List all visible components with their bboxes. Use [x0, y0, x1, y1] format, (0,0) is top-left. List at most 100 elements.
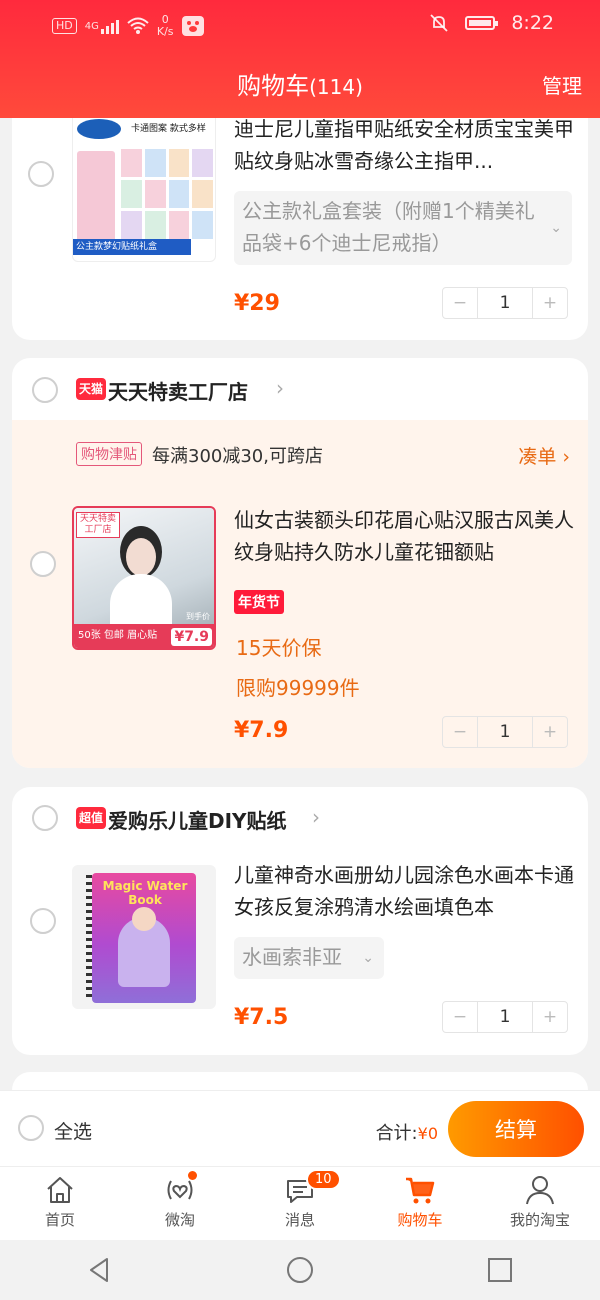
tab-messages[interactable]: 10 消息 [240, 1167, 360, 1240]
item-select-radio[interactable] [30, 551, 56, 577]
product-image[interactable]: Magic Water Book [72, 865, 216, 1009]
home-icon [47, 1177, 73, 1203]
item-select-radio[interactable] [30, 908, 56, 934]
bell-off-icon [430, 14, 448, 32]
quantity-stepper: − 1 + [442, 1001, 568, 1033]
product-title[interactable]: 儿童神奇水画册幼儿园涂色水画本卡通女孩反复涂鸦清水绘画填色本 [234, 859, 574, 923]
decrement-button[interactable]: − [443, 717, 477, 747]
cart-count: (114) [309, 75, 363, 99]
app-header: HD 4G 0 K/s 8:22 购物车(114) 管理 [0, 0, 600, 118]
quantity-stepper: − 1 + [442, 716, 568, 748]
add-on-link[interactable]: 凑单 › [518, 442, 570, 469]
manage-button[interactable]: 管理 [542, 70, 582, 99]
tmall-badge: 天猫 [76, 378, 107, 400]
increment-button[interactable]: + [533, 288, 567, 318]
increment-button[interactable]: + [533, 717, 567, 747]
tab-weitao[interactable]: 微淘 [120, 1167, 240, 1240]
status-right: 8:22 [429, 12, 554, 34]
product-price: ¥7.5 [234, 1005, 289, 1030]
sku-text: 公主款礼盒套装（附赠1个精美礼品袋+6个迪士尼戒指） [242, 199, 535, 255]
net-speed: 0 K/s [157, 14, 174, 38]
status-time: 8:22 [511, 12, 554, 34]
total-label: 合计: [375, 1123, 418, 1144]
shop-name[interactable]: 天天特卖工厂店 [108, 376, 248, 405]
recents-icon[interactable] [485, 1255, 515, 1285]
product-price: ¥29 [234, 291, 280, 316]
product-price: ¥7.9 [234, 718, 289, 743]
net-speed-unit: K/s [156, 25, 174, 38]
sku-selector[interactable]: 水画索非亚 ⌄ [234, 937, 384, 979]
cart-icon [406, 1177, 435, 1204]
paw-icon [181, 16, 204, 36]
quantity-value[interactable]: 1 [477, 717, 533, 747]
bottom-tab-bar: 首页 微淘 10 消息 购物车 我的淘宝 [0, 1166, 600, 1240]
item-select-radio[interactable] [28, 161, 54, 187]
product-title[interactable]: 仙女古装额头印花眉心贴汉服古风美人纹身贴持久防水儿童花钿额贴 [234, 504, 574, 568]
product-image[interactable]: 天天特卖工厂店 50张 包邮 眉心贴 到手价 ¥7.9 [72, 506, 216, 650]
shop-select-radio[interactable] [32, 377, 58, 403]
product-image[interactable]: 卡通图案 款式多样 公主款梦幻贴纸礼盒 [72, 110, 216, 262]
purchase-limit: 限购99999件 [236, 676, 360, 700]
quantity-value[interactable]: 1 [477, 288, 533, 318]
sticker-grid [121, 149, 213, 239]
notification-dot [188, 1171, 197, 1180]
quantity-stepper: − 1 + [442, 287, 568, 319]
price-guarantee: 15天价保 [236, 636, 322, 660]
decrement-button[interactable]: − [443, 288, 477, 318]
tab-home[interactable]: 首页 [0, 1167, 120, 1240]
back-icon[interactable] [85, 1255, 115, 1285]
sku-selector[interactable]: 公主款礼盒套装（附赠1个精美礼品袋+6个迪士尼戒指） ⌄ [234, 191, 572, 265]
tab-label: 微淘 [164, 1211, 195, 1229]
chevron-down-icon: ⌄ [550, 220, 562, 236]
battery-icon [465, 16, 499, 30]
select-all-radio[interactable] [18, 1115, 44, 1141]
network-label: 4G [84, 20, 99, 32]
system-nav-bar [0, 1240, 600, 1300]
image-top-text: 卡通图案 款式多样 [131, 124, 206, 134]
hd-label: HD [52, 18, 77, 34]
quantity-value[interactable]: 1 [477, 1002, 533, 1032]
shop-card: 超值 爱购乐儿童DIY贴纸 › Magic Water Book 儿童神奇水画册… [12, 787, 588, 1055]
shop-card: 天猫 天天特卖工厂店 › 购物津贴 每满300减30,可跨店 凑单 › 天天特卖… [12, 358, 588, 768]
image-store-label: 天天特卖工厂店 [76, 512, 120, 538]
chevron-right-icon: › [312, 805, 320, 829]
checkout-bar: 全选 合计:¥0 结算 [0, 1090, 600, 1166]
shop-header: 超值 爱购乐儿童DIY贴纸 › [12, 787, 588, 849]
product-title[interactable]: 迪士尼儿童指甲贴纸安全材质宝宝美甲贴纹身贴冰雪奇缘公主指甲... [234, 113, 574, 177]
message-count-badge: 10 [306, 1169, 341, 1190]
decrement-button[interactable]: − [443, 1002, 477, 1032]
image-price: ¥7.9 [171, 628, 212, 646]
book-spiral [86, 875, 92, 999]
total-amount: 合计:¥0 [376, 1119, 438, 1145]
chevron-right-icon: › [276, 376, 284, 400]
tab-label: 购物车 [397, 1211, 443, 1229]
shop-select-radio[interactable] [32, 805, 58, 831]
promo-tag: 购物津贴 [76, 442, 142, 466]
sku-text: 水画索非亚 [242, 945, 342, 969]
book-title: Magic Water Book [102, 879, 188, 907]
select-all-label[interactable]: 全选 [54, 1117, 92, 1144]
status-bar: HD 4G 0 K/s 8:22 [0, 8, 600, 38]
promo-text: 每满300减30,可跨店 [152, 446, 323, 467]
image-caption: 公主款梦幻贴纸礼盒 [73, 239, 191, 255]
chevron-down-icon: ⌄ [362, 950, 374, 966]
cart-item-card: 卡通图案 款式多样 公主款梦幻贴纸礼盒 迪士尼儿童指甲贴纸安全材质宝宝美甲贴纹身… [12, 95, 588, 340]
page-title: 购物车(114) [0, 66, 600, 101]
tab-cart[interactable]: 购物车 [360, 1167, 480, 1240]
increment-button[interactable]: + [533, 1002, 567, 1032]
portrait-face [126, 538, 156, 576]
shop-header: 天猫 天天特卖工厂店 › [12, 358, 588, 420]
disney-logo [77, 119, 121, 139]
shop-name[interactable]: 爱购乐儿童DIY贴纸 [108, 805, 287, 834]
tab-label: 消息 [284, 1211, 315, 1229]
wifi-icon [127, 17, 149, 34]
festival-tag: 年货节 [234, 590, 284, 614]
signal-icon [100, 18, 119, 34]
page-title-text: 购物车 [237, 72, 310, 100]
status-left: HD 4G 0 K/s [52, 14, 204, 38]
tab-profile[interactable]: 我的淘宝 [480, 1167, 600, 1240]
tab-label: 首页 [44, 1211, 75, 1229]
checkout-button[interactable]: 结算 [448, 1101, 584, 1157]
value-badge: 超值 [76, 807, 107, 829]
home-circle-icon[interactable] [285, 1255, 315, 1285]
